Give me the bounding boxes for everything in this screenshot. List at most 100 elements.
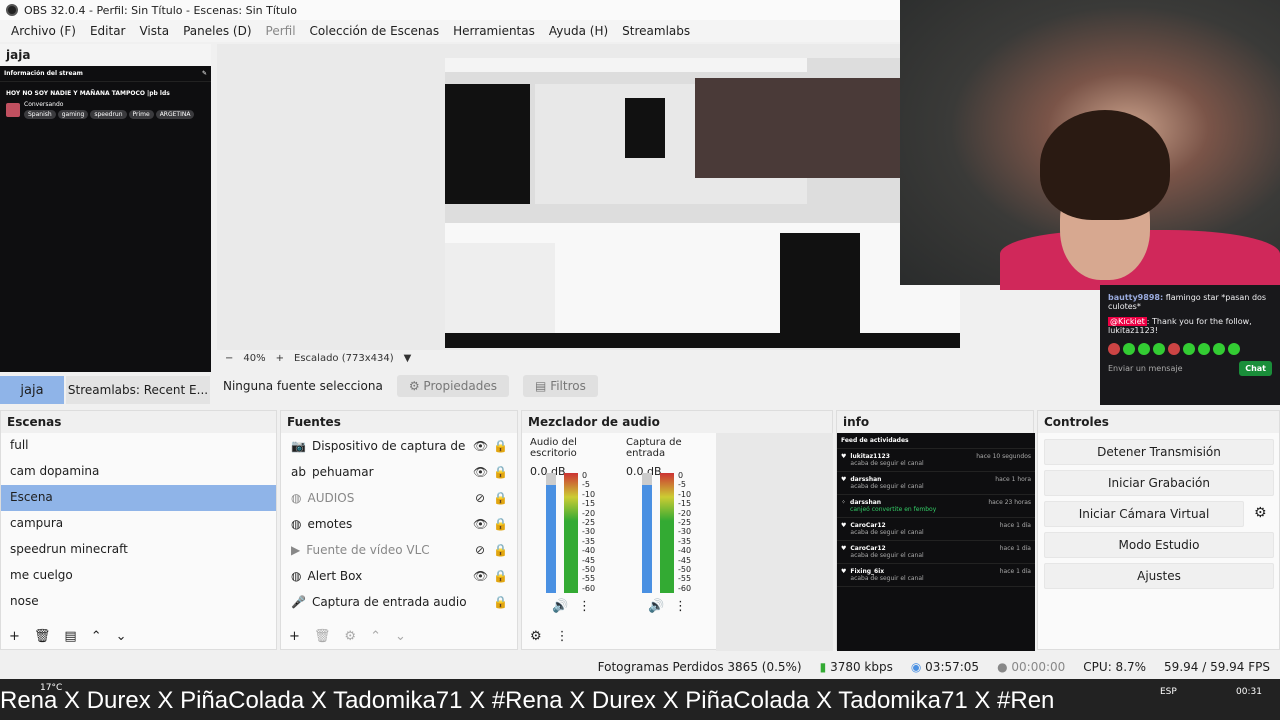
emote-icon[interactable] bbox=[1183, 343, 1195, 355]
source-item[interactable]: 📷Dispositivo de captura de víd👁🔒 bbox=[281, 433, 517, 459]
emote-icon[interactable] bbox=[1213, 343, 1225, 355]
filters-button[interactable]: ▤ Filtros bbox=[523, 375, 598, 397]
filter-icon[interactable]: ▤ bbox=[64, 629, 76, 644]
scene-item[interactable]: full bbox=[1, 433, 276, 459]
gear-icon[interactable]: ⚙ bbox=[344, 629, 356, 644]
edit-icon[interactable]: ✎ bbox=[202, 70, 207, 77]
visibility-icon[interactable]: 👁 bbox=[473, 465, 488, 479]
lock-icon[interactable]: 🔒 bbox=[493, 569, 508, 583]
menu-vista[interactable]: Vista bbox=[132, 24, 176, 38]
source-item[interactable]: 🎤 Captura de entrada audio 🔒 bbox=[281, 589, 517, 615]
emote-icon[interactable] bbox=[1108, 343, 1120, 355]
lock-icon[interactable]: 🔒 bbox=[493, 439, 508, 453]
studio-mode-button[interactable]: Modo Estudio bbox=[1044, 532, 1274, 558]
chat-user: bautty9898: bbox=[1108, 293, 1164, 302]
move-up-icon[interactable]: ⌃ bbox=[370, 629, 381, 644]
scene-item[interactable]: cam dopamina bbox=[1, 459, 276, 485]
mixer-settings-icon[interactable]: ⚙ bbox=[530, 629, 542, 644]
start-recording-button[interactable]: Iniciar Grabación bbox=[1044, 470, 1274, 496]
menu-herramientas[interactable]: Herramientas bbox=[446, 24, 542, 38]
lock-icon[interactable]: 🔒 bbox=[493, 517, 508, 531]
emote-icon[interactable] bbox=[1198, 343, 1210, 355]
emote-icon[interactable] bbox=[1123, 343, 1135, 355]
category-thumbnail bbox=[6, 102, 20, 117]
move-down-icon[interactable]: ⌄ bbox=[395, 629, 406, 644]
gear-icon[interactable]: ⚙ bbox=[1254, 505, 1267, 521]
scene-item[interactable]: nose bbox=[1, 589, 276, 615]
heart-icon: ♥ bbox=[841, 476, 847, 483]
info-panel: info Feed de actividades ♥ lukitaz1123 aca… bbox=[836, 410, 1035, 651]
language-indicator[interactable]: ESP bbox=[1160, 687, 1177, 697]
add-icon[interactable]: + bbox=[9, 629, 20, 644]
weather-temp[interactable]: 17°C bbox=[40, 683, 62, 693]
add-icon[interactable]: + bbox=[289, 629, 300, 644]
tag[interactable]: Prime bbox=[128, 110, 154, 119]
visibility-icon[interactable]: 👁 bbox=[473, 517, 488, 531]
scene-item[interactable]: campura bbox=[1, 511, 276, 537]
emote-icon[interactable] bbox=[1153, 343, 1165, 355]
menu-perfil[interactable]: Perfil bbox=[259, 24, 303, 38]
menu-ayuda[interactable]: Ayuda (H) bbox=[542, 24, 615, 38]
chat-input[interactable]: Enviar un mensaje bbox=[1108, 364, 1183, 373]
chat-button[interactable]: Chat bbox=[1239, 361, 1272, 376]
trash-icon[interactable]: 🗑 bbox=[34, 629, 51, 644]
menu-streamlabs[interactable]: Streamlabs bbox=[615, 24, 697, 38]
scenes-title: Escenas bbox=[1, 411, 276, 433]
tab-streamlabs-recent[interactable]: Streamlabs: Recent E... bbox=[66, 376, 210, 404]
tab-jaja[interactable]: jaja bbox=[0, 376, 64, 404]
menu-paneles[interactable]: Paneles (D) bbox=[176, 24, 258, 38]
properties-button[interactable]: ⚙ Propiedades bbox=[396, 375, 510, 397]
lock-icon[interactable]: 🔒 bbox=[493, 543, 508, 557]
clock[interactable]: 00:31 bbox=[1236, 687, 1262, 697]
source-item[interactable]: ab pehuamar 👁 🔒 bbox=[281, 459, 517, 485]
menu-coleccion[interactable]: Colección de Escenas bbox=[303, 24, 447, 38]
speaker-icon[interactable]: 🔊 bbox=[552, 599, 568, 614]
volume-slider[interactable] bbox=[642, 473, 652, 593]
emote-icon[interactable] bbox=[1168, 343, 1180, 355]
visibility-icon[interactable]: 👁 bbox=[473, 569, 488, 583]
menu-bar: Archivo (F) Editar Vista Paneles (D) Per… bbox=[0, 20, 900, 42]
lock-icon[interactable]: 🔒 bbox=[493, 491, 508, 505]
no-source-label: Ninguna fuente selecciona bbox=[223, 379, 383, 393]
emote-icon[interactable] bbox=[1228, 343, 1240, 355]
visibility-off-icon[interactable]: ⊘ bbox=[473, 491, 487, 505]
emote-icon[interactable] bbox=[1138, 343, 1150, 355]
move-down-icon[interactable]: ⌄ bbox=[116, 629, 127, 644]
tag[interactable]: speedrun bbox=[90, 110, 127, 119]
scene-item-selected[interactable]: Escena bbox=[1, 485, 276, 511]
zoom-in-button[interactable]: + bbox=[276, 353, 284, 364]
stop-stream-button[interactable]: Detener Transmisión bbox=[1044, 439, 1274, 465]
tag[interactable]: Spanish bbox=[24, 110, 56, 119]
tag[interactable]: ARGETINA bbox=[155, 110, 195, 119]
virtual-camera-button[interactable]: Iniciar Cámara Virtual bbox=[1044, 501, 1244, 527]
zoom-out-button[interactable]: − bbox=[225, 353, 233, 364]
menu-archivo[interactable]: Archivo (F) bbox=[4, 24, 83, 38]
more-icon[interactable]: ⋮ bbox=[578, 599, 591, 614]
visibility-off-icon[interactable]: ⊘ bbox=[473, 543, 487, 557]
scaling-dropdown-icon[interactable]: ▼ bbox=[404, 353, 412, 364]
source-item[interactable]: ◍ emotes 👁 🔒 bbox=[281, 511, 517, 537]
lock-icon[interactable]: 🔒 bbox=[493, 465, 508, 479]
tag[interactable]: gaming bbox=[57, 110, 89, 119]
visibility-icon[interactable]: 👁 bbox=[473, 439, 488, 453]
feed-item: ♥ CaroCar12 acaba de seguir el canal hace 1… bbox=[837, 518, 1035, 541]
menu-editar[interactable]: Editar bbox=[83, 24, 133, 38]
more-icon[interactable]: ⋮ bbox=[674, 599, 687, 614]
move-up-icon[interactable]: ⌃ bbox=[91, 629, 102, 644]
preview-canvas[interactable] bbox=[217, 44, 960, 350]
source-item[interactable]: ◍ AUDIOS ⊘ 🔒 bbox=[281, 485, 517, 511]
source-item[interactable]: ◍ Alert Box 👁 🔒 bbox=[281, 563, 517, 589]
emote-row bbox=[1108, 343, 1272, 355]
trash-icon[interactable]: 🗑 bbox=[314, 629, 331, 644]
scene-item[interactable]: speedrun minecraft bbox=[1, 537, 276, 563]
status-bar: Fotogramas Perdidos 3865 (0.5%) ▮ 3780 k… bbox=[0, 655, 1280, 679]
speaker-icon[interactable]: 🔊 bbox=[648, 599, 664, 614]
more-icon[interactable]: ⋮ bbox=[556, 629, 569, 644]
settings-button[interactable]: Ajustes bbox=[1044, 563, 1274, 589]
stream-time: 03:57:05 bbox=[925, 660, 980, 674]
source-item[interactable]: ▶ Fuente de vídeo VLC ⊘ 🔒 bbox=[281, 537, 517, 563]
scene-item[interactable]: me cuelgo bbox=[1, 563, 276, 589]
volume-slider[interactable] bbox=[546, 473, 556, 593]
ticker-overlay: Rena X Durex X PiñaColada X Tadomika71 X… bbox=[0, 687, 1055, 714]
lock-icon[interactable]: 🔒 bbox=[493, 595, 508, 609]
